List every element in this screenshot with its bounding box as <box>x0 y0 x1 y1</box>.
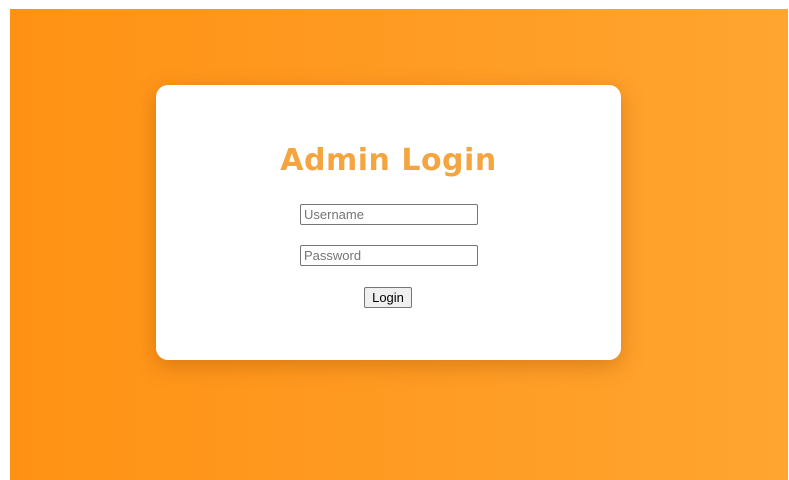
login-title: Admin Login <box>280 143 497 178</box>
login-card: Admin Login Login <box>156 85 621 360</box>
username-input[interactable] <box>300 204 478 225</box>
password-input[interactable] <box>300 245 478 266</box>
page-background: Admin Login Login <box>10 9 788 480</box>
login-button[interactable]: Login <box>364 287 412 308</box>
